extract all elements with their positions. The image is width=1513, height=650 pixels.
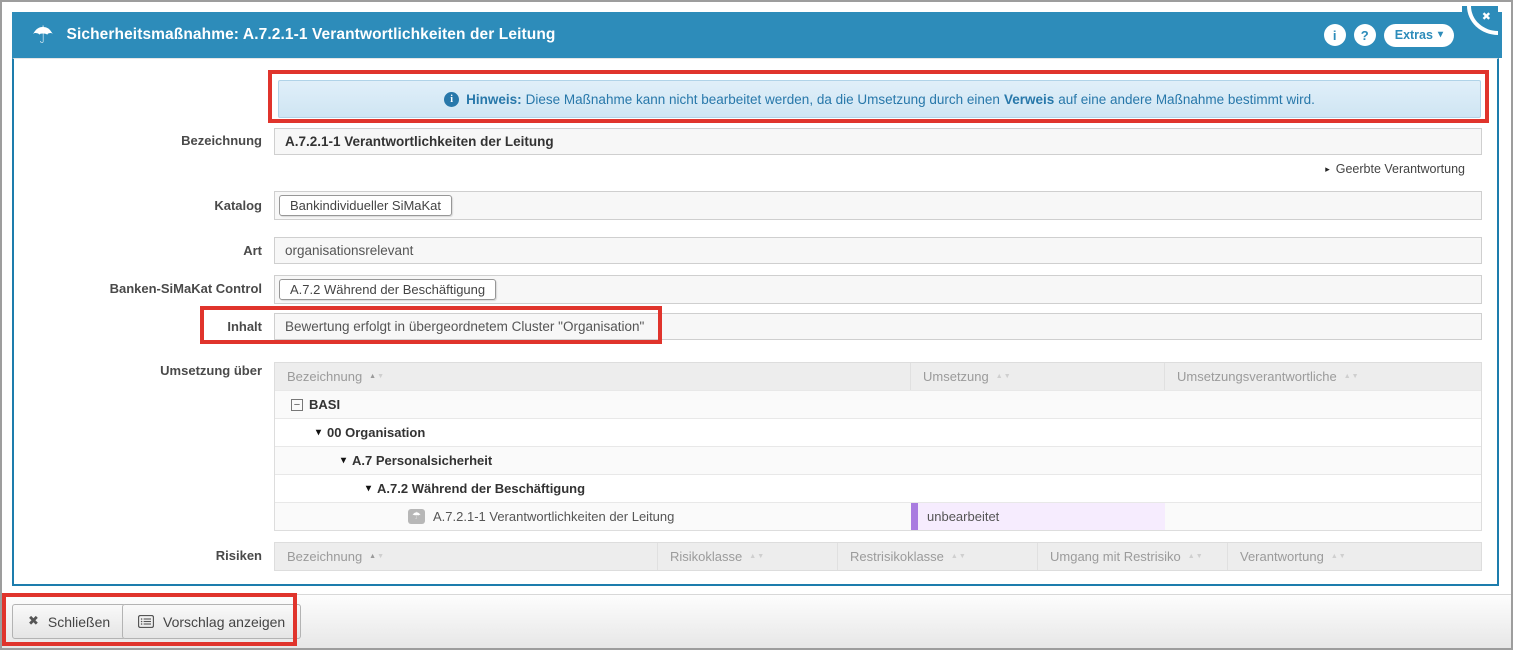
column-header-umgang-restrisiko[interactable]: Umgang mit Restrisiko ▲▼	[1038, 543, 1228, 570]
column-header-label: Umgang mit Restrisiko	[1050, 549, 1181, 564]
inhalt-value: Bewertung erfolgt in übergeordnetem Clus…	[285, 319, 644, 334]
column-header-risiko-bezeichnung[interactable]: Bezeichnung ▲▼	[275, 543, 658, 570]
tree-node-label: A.7 Personalsicherheit	[352, 453, 492, 468]
hint-bold-word: Verweis	[1004, 92, 1054, 107]
bezeichnung-field: A.7.2.1-1 Verantwortlichkeiten der Leitu…	[274, 128, 1482, 155]
dialog-footer: ✖ Schließen Vorschlag anzeigen	[2, 594, 1511, 648]
column-header-umsetzungsverantwortliche[interactable]: Umsetzungsverantwortliche ▲▼	[1165, 363, 1481, 390]
sort-icon: ▲▼	[996, 373, 1011, 380]
column-header-risikoklasse[interactable]: Risikoklasse ▲▼	[658, 543, 838, 570]
risiken-table: Bezeichnung ▲▼ Risikoklasse ▲▼ Restrisik…	[274, 542, 1482, 571]
hint-text: Diese Maßnahme kann nicht bearbeitet wer…	[526, 92, 1000, 107]
column-header-label: Umsetzung	[923, 369, 989, 384]
hint-label: Hinweis:	[466, 92, 522, 107]
info-icon: i	[1333, 28, 1337, 43]
inhalt-field: Bewertung erfolgt in übergeordnetem Clus…	[274, 313, 1482, 340]
hint-text-end: auf eine andere Maßnahme bestimmt wird.	[1058, 92, 1315, 107]
column-header-label: Bezeichnung	[287, 369, 362, 384]
column-header-label: Bezeichnung	[287, 549, 362, 564]
sort-icon: ▲▼	[1331, 553, 1346, 560]
sort-icon: ▲▼	[1344, 373, 1359, 380]
inhalt-label: Inhalt	[22, 319, 262, 334]
empty-cell	[1165, 503, 1481, 530]
umsetzung-table-header: Bezeichnung ▲▼ Umsetzung ▲▼ Umsetzungsve…	[275, 363, 1481, 390]
caret-down-icon[interactable]: ▾	[366, 483, 371, 494]
column-header-label: Risikoklasse	[670, 549, 742, 564]
caret-down-icon[interactable]: ▾	[341, 455, 346, 466]
close-icon: ✖	[1482, 10, 1491, 23]
close-button[interactable]: ✖	[1462, 6, 1498, 40]
extras-button[interactable]: Extras ▾	[1384, 24, 1454, 47]
column-header-label: Verantwortung	[1240, 549, 1324, 564]
show-suggestion-button[interactable]: Vorschlag anzeigen	[122, 604, 301, 639]
tree-row-personalsicherheit[interactable]: ▾ A.7 Personalsicherheit	[275, 446, 1481, 474]
umsetzung-table-label: Umsetzung über	[22, 363, 262, 378]
dialog-title: Sicherheitsmaßnahme: A.7.2.1-1 Verantwor…	[67, 26, 556, 44]
bezeichnung-value: A.7.2.1-1 Verantwortlichkeiten der Leitu…	[285, 134, 554, 149]
art-label: Art	[22, 243, 262, 258]
art-field: organisationsrelevant	[274, 237, 1482, 264]
dialog-window: ☂ Sicherheitsmaßnahme: A.7.2.1-1 Verantw…	[0, 0, 1513, 650]
close-button-label: Schließen	[48, 614, 110, 630]
extras-label: Extras	[1395, 28, 1433, 42]
control-label: Banken-SiMaKat Control	[22, 281, 262, 296]
control-chip[interactable]: A.7.2 Während der Beschäftigung	[279, 279, 496, 300]
dialog-content: i Hinweis: Diese Maßnahme kann nicht bea…	[12, 58, 1499, 586]
collapse-icon[interactable]: −	[291, 399, 303, 411]
info-circle-icon: i	[444, 92, 459, 107]
tree-node-label: 00 Organisation	[327, 425, 425, 440]
geerbte-verantwortung-label: Geerbte Verantwortung	[1336, 162, 1465, 176]
tree-row-organisation[interactable]: ▾ 00 Organisation	[275, 418, 1481, 446]
sort-icon: ▲▼	[369, 553, 384, 560]
suggestion-button-label: Vorschlag anzeigen	[163, 614, 285, 630]
dialog-titlebar: ☂ Sicherheitsmaßnahme: A.7.2.1-1 Verantw…	[12, 12, 1502, 58]
hint-banner: i Hinweis: Diese Maßnahme kann nicht bea…	[278, 80, 1481, 118]
geerbte-verantwortung-link[interactable]: ▸ Geerbte Verantwortung	[1325, 162, 1465, 176]
info-button[interactable]: i	[1324, 24, 1346, 46]
close-dialog-button[interactable]: ✖ Schließen	[12, 604, 126, 639]
caret-right-icon: ▸	[1325, 164, 1330, 175]
help-icon: ?	[1361, 28, 1369, 43]
column-header-restrisikoklasse[interactable]: Restrisikoklasse ▲▼	[838, 543, 1038, 570]
status-badge: unbearbeitet	[911, 503, 1165, 530]
tree-node-label: BASI	[309, 397, 340, 412]
katalog-field: Bankindividueller SiMaKat	[274, 191, 1482, 220]
column-header-label: Umsetzungsverantwortliche	[1177, 369, 1337, 384]
tree-node-label: A.7.2.1-1 Verantwortlichkeiten der Leitu…	[433, 509, 674, 524]
column-header-bezeichnung[interactable]: Bezeichnung ▲▼	[275, 363, 911, 390]
status-label: unbearbeitet	[927, 509, 999, 524]
tree-row-waehrend-beschaeftigung[interactable]: ▾ A.7.2 Während der Beschäftigung	[275, 474, 1481, 502]
art-value: organisationsrelevant	[285, 243, 413, 258]
sort-icon: ▲▼	[1188, 553, 1203, 560]
column-header-label: Restrisikoklasse	[850, 549, 944, 564]
tree-row-basi[interactable]: − BASI	[275, 390, 1481, 418]
umsetzung-table: Bezeichnung ▲▼ Umsetzung ▲▼ Umsetzungsve…	[274, 362, 1482, 531]
sort-icon: ▲▼	[369, 373, 384, 380]
risiken-table-label: Risiken	[22, 548, 262, 563]
tree-node-label: A.7.2 Während der Beschäftigung	[377, 481, 585, 496]
umbrella-icon: ☂	[32, 23, 54, 47]
tree-row-massnahme[interactable]: ☂ A.7.2.1-1 Verantwortlichkeiten der Lei…	[275, 502, 1481, 530]
katalog-label: Katalog	[22, 198, 262, 213]
risiken-table-header: Bezeichnung ▲▼ Risikoklasse ▲▼ Restrisik…	[275, 543, 1481, 570]
chevron-down-icon: ▾	[1438, 30, 1443, 40]
sort-icon: ▲▼	[951, 553, 966, 560]
column-header-verantwortung[interactable]: Verantwortung ▲▼	[1228, 543, 1481, 570]
help-button[interactable]: ?	[1354, 24, 1376, 46]
column-header-umsetzung[interactable]: Umsetzung ▲▼	[911, 363, 1165, 390]
close-x-icon: ✖	[28, 614, 39, 629]
caret-down-icon[interactable]: ▾	[316, 427, 321, 438]
control-field: A.7.2 Während der Beschäftigung	[274, 275, 1482, 304]
bezeichnung-label: Bezeichnung	[22, 133, 262, 148]
sort-icon: ▲▼	[749, 553, 764, 560]
measure-umbrella-icon: ☂	[408, 509, 425, 524]
titlebar-actions: i ? Extras ▾	[1324, 12, 1454, 58]
list-icon	[138, 615, 154, 628]
katalog-chip[interactable]: Bankindividueller SiMaKat	[279, 195, 452, 216]
